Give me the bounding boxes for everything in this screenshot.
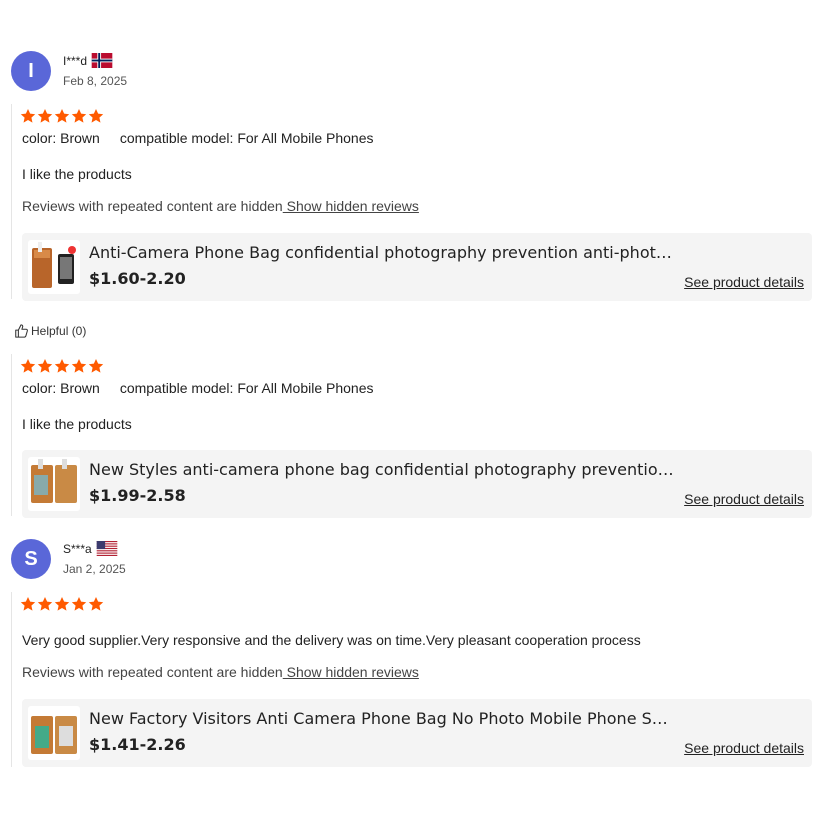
see-product-details-link[interactable]: See product details <box>684 740 804 756</box>
product-price: $1.99-2.58 <box>89 486 186 505</box>
product-price: $1.60-2.20 <box>89 269 186 288</box>
attr-color-value: Brown <box>60 380 100 396</box>
star-icon <box>71 109 87 123</box>
review-divider <box>11 104 12 299</box>
review-attributes: color: Brown compatible model: For All M… <box>22 380 374 396</box>
attr-color-label: color: <box>22 380 57 396</box>
review-text: I like the products <box>22 416 132 432</box>
review-date: Feb 8, 2025 <box>63 74 128 88</box>
star-rating <box>20 596 104 612</box>
star-icon <box>20 359 36 373</box>
star-icon <box>20 597 36 611</box>
star-icon <box>54 109 70 123</box>
star-icon <box>88 109 104 123</box>
usa-flag-icon <box>96 541 117 556</box>
show-hidden-reviews-link[interactable]: Show hidden reviews <box>283 198 419 214</box>
see-product-details-link[interactable]: See product details <box>684 491 804 507</box>
hidden-note-text: Reviews with repeated content are hidden <box>22 664 283 680</box>
reviewer-name-text: I***d <box>63 53 88 68</box>
review-date: Jan 2, 2025 <box>63 562 126 576</box>
product-card[interactable]: New Factory Visitors Anti Camera Phone B… <box>22 699 812 767</box>
avatar: S <box>11 539 51 579</box>
star-icon <box>20 109 36 123</box>
star-icon <box>37 359 53 373</box>
product-title[interactable]: Anti-Camera Phone Bag confidential photo… <box>89 243 674 262</box>
helpful-label: Helpful (0) <box>31 324 87 338</box>
product-card[interactable]: Anti-Camera Phone Bag confidential photo… <box>22 233 812 301</box>
product-thumbnail[interactable] <box>28 706 80 760</box>
review-attributes: color: Brown compatible model: For All M… <box>22 130 374 146</box>
star-icon <box>88 359 104 373</box>
review-text: Very good supplier.Very responsive and t… <box>22 632 641 648</box>
star-icon <box>54 359 70 373</box>
avatar: I <box>11 51 51 91</box>
product-price: $1.41-2.26 <box>89 735 186 754</box>
star-rating <box>20 108 104 124</box>
star-icon <box>71 597 87 611</box>
star-icon <box>54 597 70 611</box>
product-card[interactable]: New Styles anti-camera phone bag confide… <box>22 450 812 518</box>
reviewer-name-text: S***a <box>63 541 92 556</box>
reviewer-name: I***d <box>63 53 113 68</box>
product-thumbnail[interactable] <box>28 457 80 511</box>
thumbs-up-icon <box>15 324 28 338</box>
see-product-details-link[interactable]: See product details <box>684 274 804 290</box>
review-text: I like the products <box>22 166 132 182</box>
attr-model-label: compatible model: <box>119 380 234 396</box>
review-divider <box>11 354 12 516</box>
norway-flag-icon <box>91 53 113 68</box>
hidden-reviews-note: Reviews with repeated content are hidden… <box>22 198 419 214</box>
reviewer-name: S***a <box>63 541 118 556</box>
star-icon <box>88 597 104 611</box>
product-title[interactable]: New Factory Visitors Anti Camera Phone B… <box>89 709 674 728</box>
star-rating <box>20 358 104 374</box>
star-icon <box>37 597 53 611</box>
helpful-button[interactable]: Helpful (0) <box>14 324 86 338</box>
attr-color-value: Brown <box>60 130 100 146</box>
product-thumbnail[interactable] <box>28 240 80 294</box>
show-hidden-reviews-link[interactable]: Show hidden reviews <box>283 664 419 680</box>
attr-color-label: color: <box>22 130 57 146</box>
hidden-reviews-note: Reviews with repeated content are hidden… <box>22 664 419 680</box>
attr-model-value: For All Mobile Phones <box>237 130 374 146</box>
attr-model-label: compatible model: <box>119 130 234 146</box>
review-divider <box>11 592 12 767</box>
product-title[interactable]: New Styles anti-camera phone bag confide… <box>89 460 674 479</box>
star-icon <box>37 109 53 123</box>
hidden-note-text: Reviews with repeated content are hidden <box>22 198 283 214</box>
star-icon <box>71 359 87 373</box>
attr-model-value: For All Mobile Phones <box>237 380 374 396</box>
